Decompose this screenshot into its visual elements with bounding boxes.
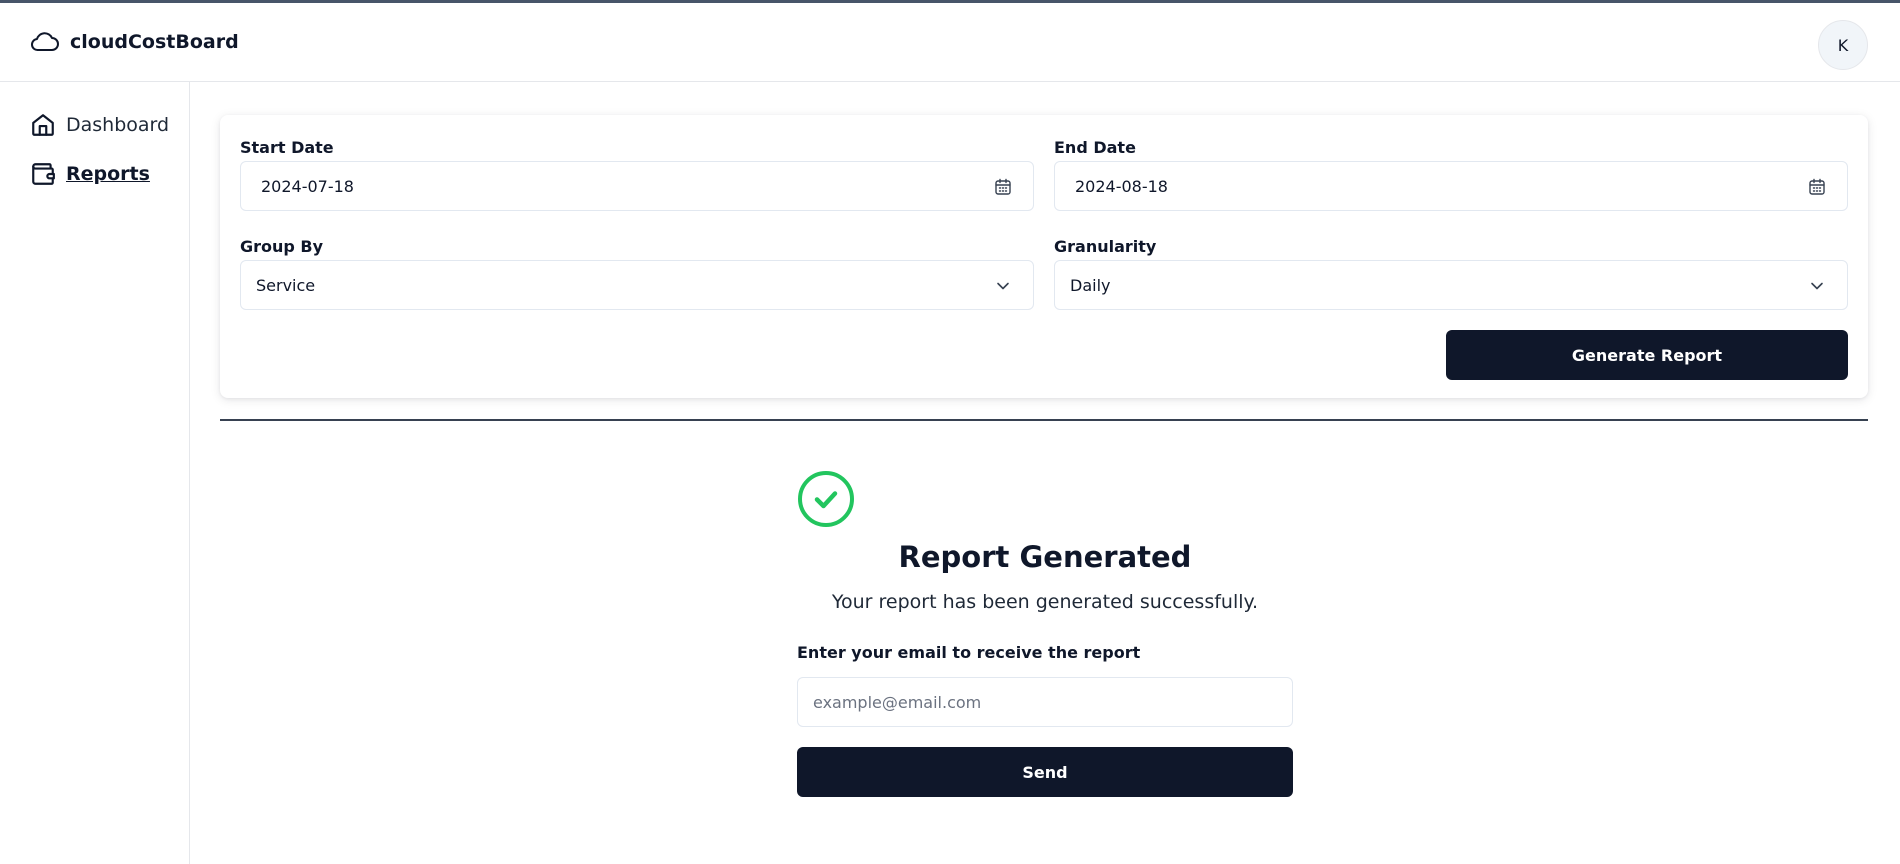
brand[interactable]: cloudCostBoard <box>30 30 239 54</box>
cloud-icon <box>31 32 59 51</box>
end-date-input[interactable]: 2024-08-18 <box>1054 161 1848 211</box>
app-name: cloudCostBoard <box>70 31 239 53</box>
end-date-value: 2024-08-18 <box>1075 176 1168 196</box>
email-label: Enter your email to receive the report <box>797 643 1141 662</box>
chevron-down-icon <box>1811 282 1823 290</box>
result-title: Report Generated <box>898 540 1192 574</box>
app-header: cloudCostBoard K <box>0 3 1900 82</box>
email-input[interactable] <box>797 677 1293 727</box>
wallet-icon <box>32 163 55 185</box>
sidebar: Dashboard Reports <box>0 82 190 864</box>
sidebar-item-reports[interactable]: Reports <box>30 161 150 187</box>
section-divider <box>220 419 1868 421</box>
sidebar-item-dashboard[interactable]: Dashboard <box>30 112 169 138</box>
home-icon <box>32 114 54 136</box>
start-date-input[interactable]: 2024-07-18 <box>240 161 1034 211</box>
user-avatar[interactable]: K <box>1818 20 1868 70</box>
result-message: Your report has been generated successfu… <box>831 591 1259 613</box>
send-button[interactable]: Send <box>797 747 1293 797</box>
granularity-select[interactable]: Daily <box>1054 260 1848 310</box>
granularity-value: Daily <box>1070 275 1111 295</box>
end-date-label: End Date <box>1054 138 1136 157</box>
sidebar-item-label: Reports <box>66 163 150 185</box>
check-circle-icon <box>798 471 854 527</box>
start-date-value: 2024-07-18 <box>261 176 354 196</box>
report-form-card: Start Date 2024-07-18 End Date 2024-08-1… <box>220 115 1868 398</box>
chevron-down-icon <box>997 282 1009 290</box>
group-by-label: Group By <box>240 237 324 256</box>
generate-report-button[interactable]: Generate Report <box>1446 330 1848 380</box>
start-date-label: Start Date <box>240 138 334 157</box>
calendar-icon[interactable] <box>1807 177 1827 197</box>
granularity-label: Granularity <box>1054 237 1157 256</box>
calendar-icon[interactable] <box>993 177 1013 197</box>
group-by-value: Service <box>256 275 316 295</box>
group-by-select[interactable]: Service <box>240 260 1034 310</box>
sidebar-item-label: Dashboard <box>66 114 170 136</box>
